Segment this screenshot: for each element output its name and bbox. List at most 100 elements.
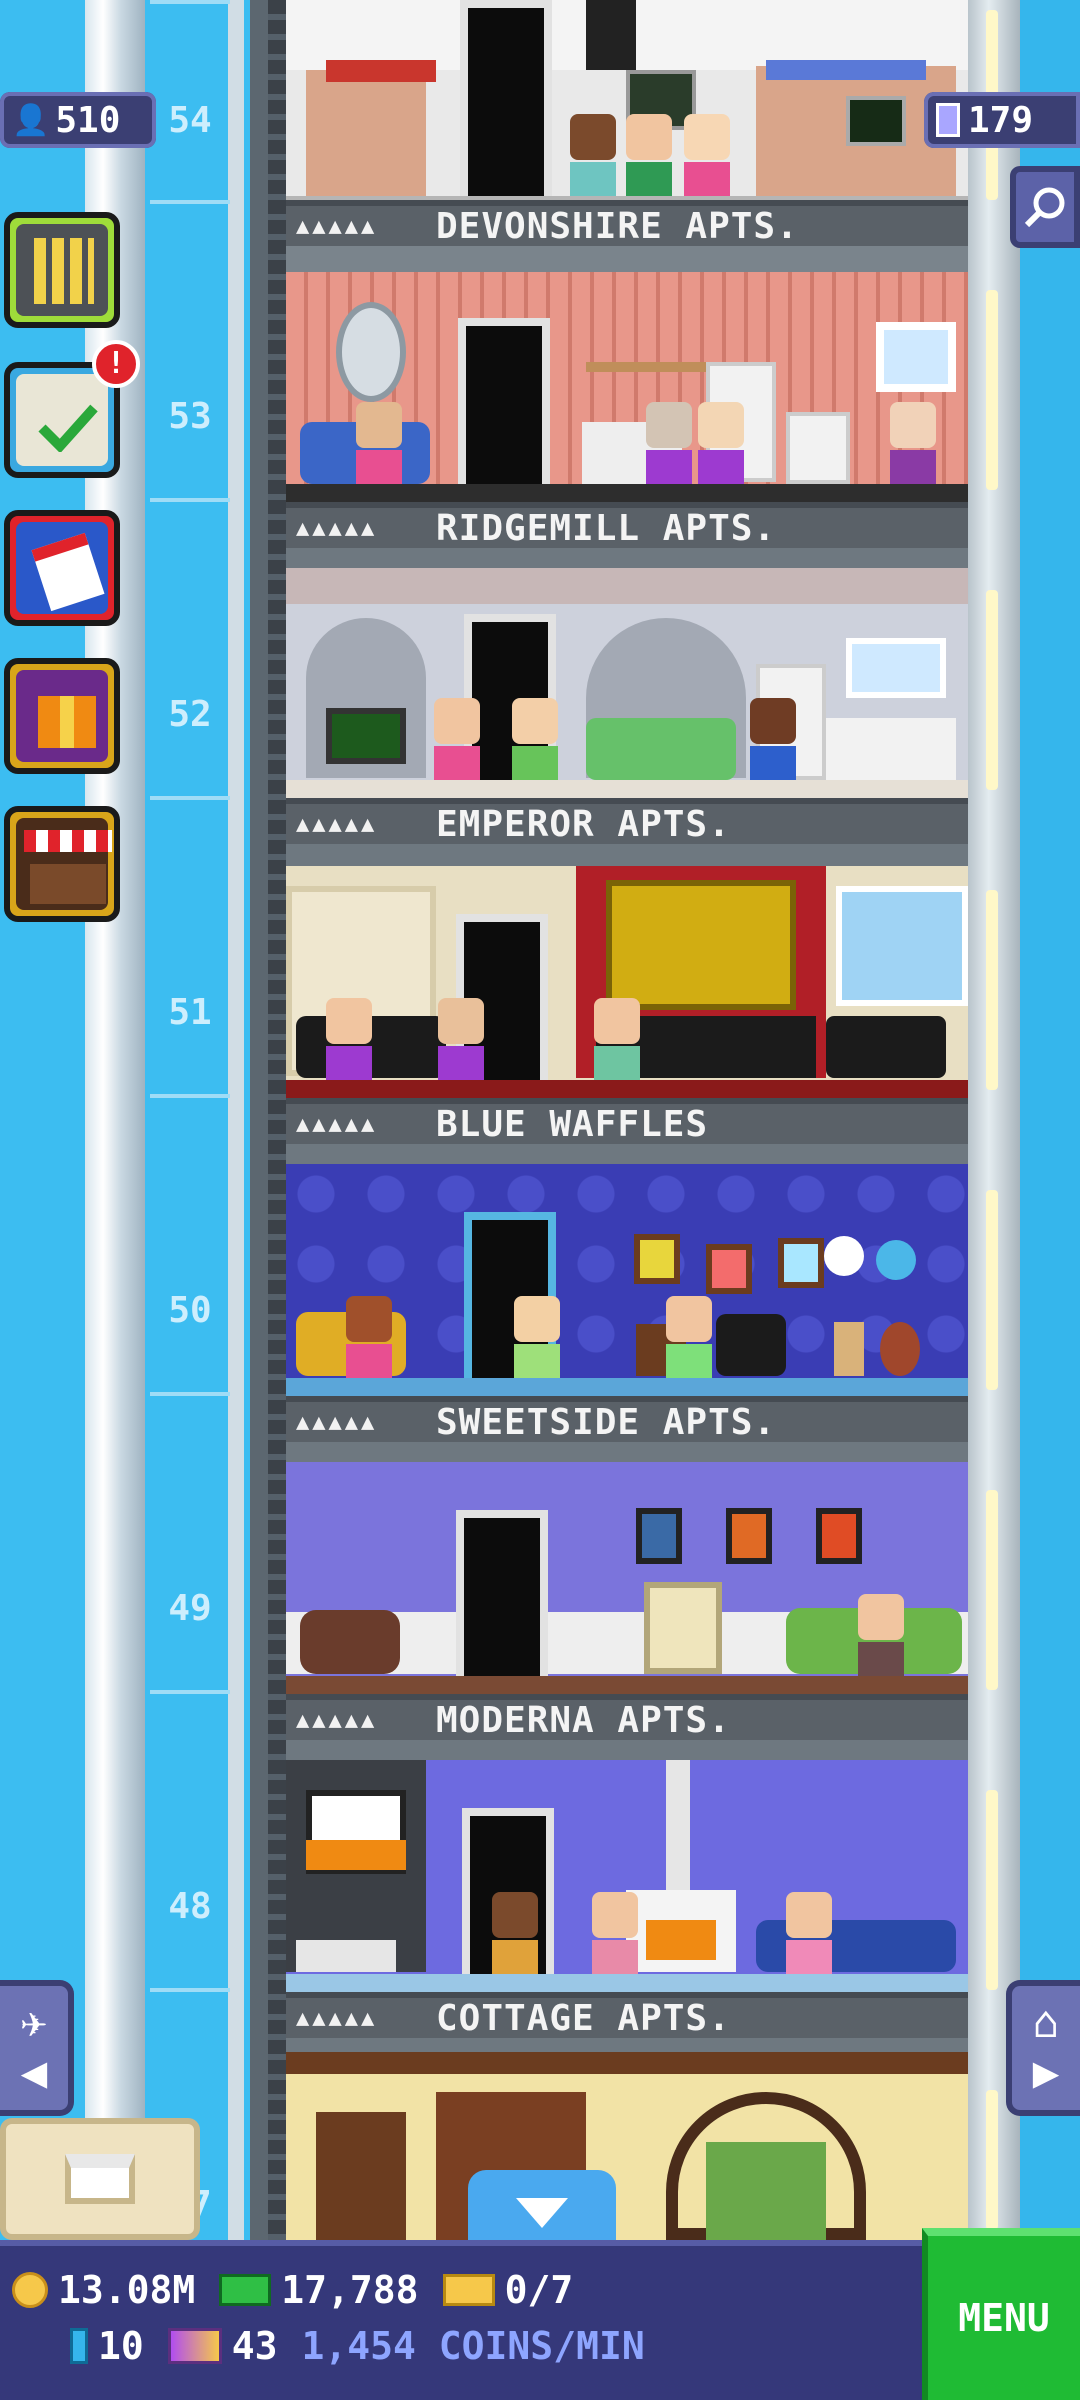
floor-label-bar[interactable]: ▲▲▲▲▲ EMPEROR APTS. bbox=[286, 798, 968, 845]
resident[interactable] bbox=[890, 402, 936, 484]
shaft-floor-number: 49 bbox=[168, 1588, 212, 1629]
floor-stars: ▲▲▲▲▲ bbox=[296, 1707, 378, 1733]
room-emperor[interactable] bbox=[286, 568, 968, 798]
floor-53[interactable]: ▲▲▲▲▲ RIDGEMILL APTS. bbox=[286, 272, 968, 570]
menu-button[interactable]: MENU bbox=[922, 2228, 1080, 2400]
resident[interactable] bbox=[514, 1296, 560, 1378]
shaft-floor-number: 54 bbox=[168, 100, 212, 141]
build-floor-button[interactable] bbox=[4, 212, 120, 328]
home-button[interactable]: ⌂ ▶ bbox=[1006, 1980, 1080, 2116]
floor-54[interactable]: ▲▲▲▲▲ DEVONSHIRE APTS. bbox=[286, 0, 968, 298]
floor-label-bar[interactable]: ▲▲▲▲▲ SWEETSIDE APTS. bbox=[286, 1396, 968, 1443]
tickets-display[interactable]: 0/7 bbox=[442, 2268, 573, 2312]
bux-display[interactable]: 17,788 bbox=[219, 2268, 419, 2312]
bux-icon bbox=[219, 2274, 272, 2306]
door[interactable] bbox=[456, 1510, 548, 1676]
resident[interactable] bbox=[356, 402, 402, 484]
floors-counter[interactable]: 179 bbox=[924, 92, 1080, 148]
shop-button[interactable] bbox=[4, 806, 120, 922]
bed-cover bbox=[326, 60, 436, 82]
floor-label-bar[interactable]: ▲▲▲▲▲ DEVONSHIRE APTS. bbox=[286, 200, 968, 247]
ticket-icon bbox=[442, 2274, 495, 2306]
room-devonshire[interactable] bbox=[286, 0, 968, 214]
resident[interactable] bbox=[592, 1892, 638, 1974]
resident[interactable] bbox=[492, 1892, 538, 1974]
storage-box-button[interactable] bbox=[0, 2118, 200, 2240]
resident[interactable] bbox=[570, 114, 616, 196]
floor-47[interactable] bbox=[286, 2052, 968, 2240]
floor-stars: ▲▲▲▲▲ bbox=[296, 1409, 378, 1435]
art-stripe bbox=[306, 1840, 406, 1870]
resident[interactable] bbox=[326, 998, 372, 1080]
door[interactable] bbox=[460, 0, 552, 196]
floor-label-bar[interactable]: ▲▲▲▲▲ BLUE WAFFLES bbox=[286, 1098, 968, 1145]
room-blue-waffles[interactable] bbox=[286, 866, 968, 1098]
resident[interactable] bbox=[512, 698, 558, 780]
door[interactable] bbox=[458, 318, 550, 484]
room-cottage[interactable] bbox=[286, 1760, 968, 1992]
coins-display[interactable]: 13.08M bbox=[12, 2268, 195, 2312]
gift-button[interactable] bbox=[4, 658, 120, 774]
picture-frame bbox=[634, 1234, 680, 1284]
shaft-tick bbox=[150, 796, 230, 800]
resident[interactable] bbox=[646, 402, 692, 484]
shaft-tick bbox=[150, 1988, 230, 1992]
vip-elevator-button[interactable]: ✈ ◀ bbox=[0, 1980, 74, 2116]
floor-48[interactable]: ▲▲▲▲▲ COTTAGE APTS. bbox=[286, 1760, 968, 2058]
poster bbox=[586, 0, 636, 70]
person-icon: 👤 bbox=[12, 102, 50, 138]
resident[interactable] bbox=[858, 1594, 904, 1676]
coin-icon bbox=[12, 2272, 48, 2308]
missions-notification-badge: ! bbox=[92, 340, 140, 388]
resident[interactable] bbox=[684, 114, 730, 196]
shaft-floor-number: 48 bbox=[168, 1886, 212, 1927]
blue-items-display[interactable]: 10 bbox=[70, 2324, 144, 2368]
elevator-rail-dark bbox=[250, 0, 268, 2240]
shaft-tick bbox=[150, 498, 230, 502]
computer bbox=[846, 96, 906, 146]
floor-50[interactable]: ▲▲▲▲▲ SWEETSIDE APTS. bbox=[286, 1164, 968, 1462]
room-ridgemill[interactable] bbox=[286, 272, 968, 502]
armchair bbox=[300, 1610, 400, 1674]
shaft-floor-number: 53 bbox=[168, 396, 212, 437]
floor-label-bar[interactable]: ▲▲▲▲▲ MODERNA APTS. bbox=[286, 1694, 968, 1741]
building-windows bbox=[34, 238, 94, 304]
room-floor-47[interactable] bbox=[286, 2052, 968, 2240]
mirror bbox=[336, 302, 406, 402]
resident[interactable] bbox=[750, 698, 796, 780]
resident[interactable] bbox=[434, 698, 480, 780]
flower bbox=[824, 1236, 864, 1276]
hud-secondary-row: 10 43 1,454 COINS/MIN bbox=[70, 2324, 669, 2368]
floor-name: SWEETSIDE APTS. bbox=[436, 1401, 777, 1443]
resident[interactable] bbox=[786, 1892, 832, 1974]
resident[interactable] bbox=[626, 114, 672, 196]
golden-tickets-display[interactable]: 43 bbox=[167, 2324, 278, 2368]
search-button[interactable] bbox=[1010, 166, 1080, 248]
resident[interactable] bbox=[666, 1296, 712, 1378]
resident[interactable] bbox=[438, 998, 484, 1080]
armchair bbox=[716, 1314, 786, 1376]
room-moderna[interactable] bbox=[286, 1462, 968, 1694]
population-counter[interactable]: 👤 510 bbox=[0, 92, 156, 148]
tower-light bbox=[986, 2090, 998, 2230]
floor-51[interactable]: ▲▲▲▲▲ BLUE WAFFLES bbox=[286, 866, 968, 1164]
calendar-page bbox=[31, 532, 105, 612]
shaft-tick bbox=[150, 1690, 230, 1694]
bookshelf bbox=[316, 2112, 406, 2240]
retro-computer bbox=[644, 1582, 722, 1674]
resident[interactable] bbox=[698, 402, 744, 484]
floor-52[interactable]: ▲▲▲▲▲ EMPEROR APTS. bbox=[286, 568, 968, 866]
floor-49[interactable]: ▲▲▲▲▲ MODERNA APTS. bbox=[286, 1462, 968, 1760]
floor-name: EMPEROR APTS. bbox=[436, 803, 731, 845]
floor-name: BLUE WAFFLES bbox=[436, 1103, 709, 1145]
floor-label-bar[interactable]: ▲▲▲▲▲ COTTAGE APTS. bbox=[286, 1992, 968, 2039]
room-sweetside[interactable] bbox=[286, 1164, 968, 1396]
room-floor bbox=[286, 1974, 968, 1992]
resident[interactable] bbox=[346, 1296, 392, 1378]
coins-value: 13.08M bbox=[58, 2268, 196, 2312]
floor-stars: ▲▲▲▲▲ bbox=[296, 1111, 378, 1137]
scroll-down-button[interactable] bbox=[468, 2170, 616, 2244]
resident[interactable] bbox=[594, 998, 640, 1080]
floor-label-bar[interactable]: ▲▲▲▲▲ RIDGEMILL APTS. bbox=[286, 502, 968, 549]
calendar-button[interactable] bbox=[4, 510, 120, 626]
